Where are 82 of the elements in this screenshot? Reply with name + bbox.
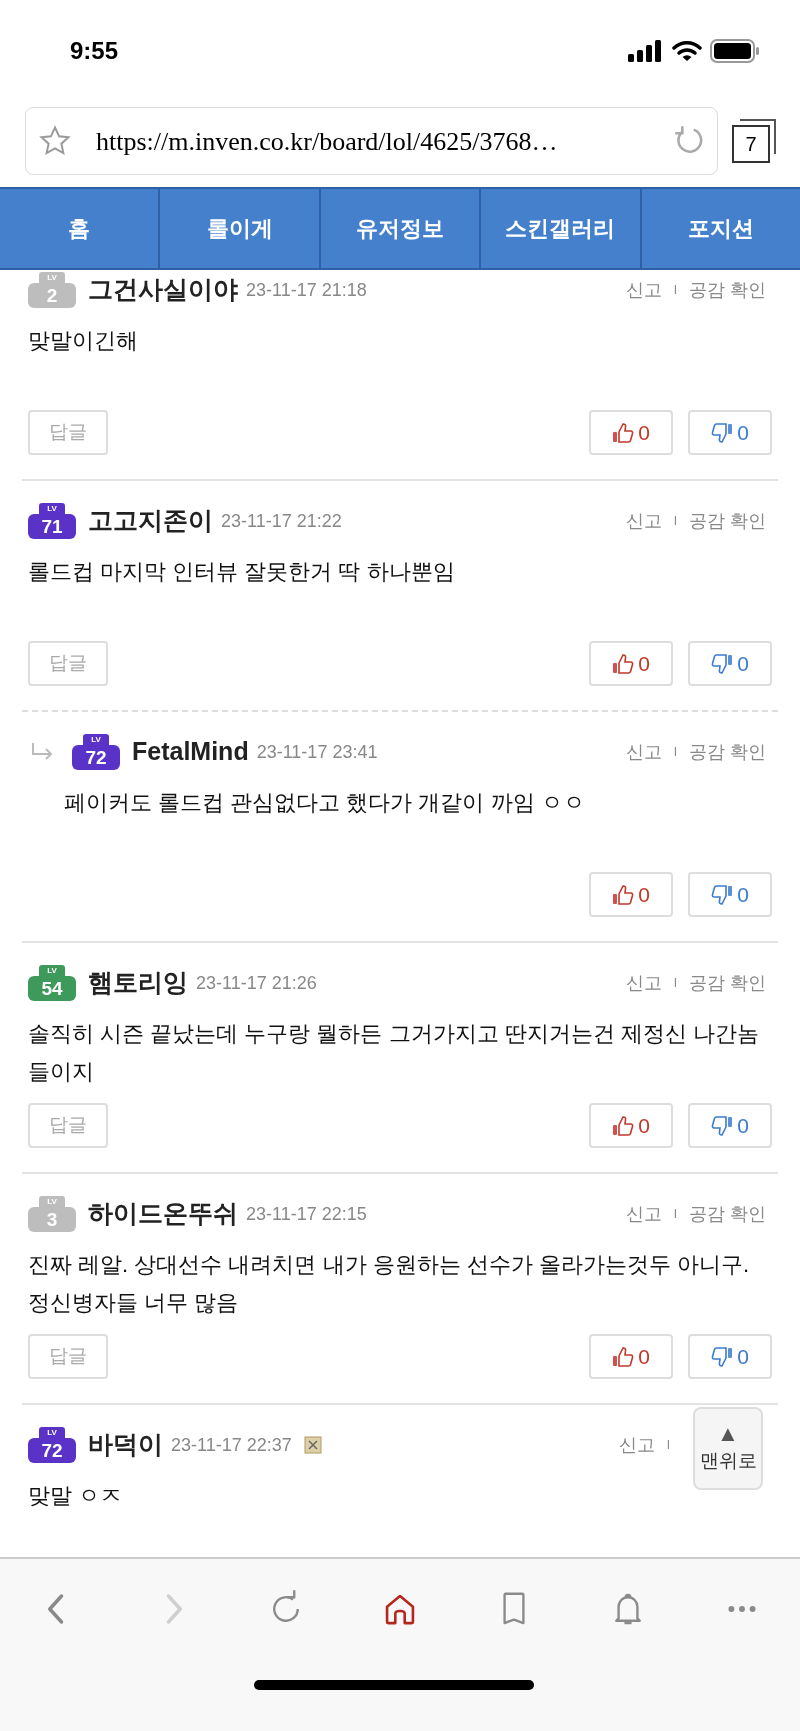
thumbs-up-icon [612,421,635,444]
scroll-to-top-button[interactable]: ▲ 맨위로 [693,1407,763,1490]
dislike-button[interactable]: 0 [688,1334,772,1379]
like-button[interactable]: 0 [589,1334,673,1379]
dislike-button[interactable]: 0 [688,641,772,686]
like-button[interactable]: 0 [589,410,673,455]
separator: I [666,1437,670,1454]
comment-date: 23-11-17 22:37 [171,1433,292,1457]
star-icon[interactable] [38,124,72,158]
comment-date: 23-11-17 23:41 [256,740,378,764]
comment-text: 맞말이긴해 [28,327,139,355]
thumbs-up-icon [612,652,635,675]
report-link[interactable]: 신고 [618,1431,655,1459]
reply-button[interactable]: 답글 [28,410,108,455]
report-link[interactable]: 신고 [625,276,662,304]
separator: I [673,975,677,992]
level-badge: 54 [28,976,76,1001]
reply-button[interactable]: 답글 [28,1334,108,1379]
separator: I [673,1206,677,1223]
nav-tab[interactable]: 포지션 [639,189,800,268]
comment-text: 페이커도 롤드컵 관심없다고 했다가 개같이 까임 ㅇㅇ [63,789,586,817]
dislike-button[interactable]: 0 [688,872,772,917]
thumbs-up-icon [612,883,635,906]
up-arrow-glyph: ▲ [717,1421,739,1448]
comment-text: 진짜 레알. 상대선수 내려치면 내가 응원하는 선수가 올라가는것두 아니구. 정신병자들 너무 많음 [28,1251,751,1317]
signal-icon [628,39,664,62]
comment-date: 23-11-17 21:18 [246,278,367,302]
separator: I [673,744,677,761]
comment-date: 23-11-17 21:26 [196,971,317,995]
report-link[interactable]: 신고 [625,738,662,766]
scroll-top-label: 맨위로 [699,1449,757,1474]
comment-date: 23-11-17 21:22 [221,509,342,533]
thumbs-up-icon [612,1114,635,1137]
battery-icon [710,38,760,63]
tab-count[interactable]: 7 [732,125,770,163]
author-name: FetalMind [132,736,249,768]
like-button[interactable]: 0 [589,872,673,917]
report-link[interactable]: 신고 [625,1200,662,1228]
url-text: https://m.inven.co.kr/board/lol/4625/3768… [95,125,559,158]
like-button[interactable]: 0 [589,641,673,686]
author-name: 고고지존이 [88,505,213,537]
comment-date: 23-11-17 22:15 [246,1202,367,1226]
address-bar[interactable]: https://m.inven.co.kr/board/lol/4625/3768… [25,107,718,175]
level-badge: 72 [72,745,120,770]
likes-check-link[interactable]: 공감 확인 [689,507,772,535]
thumbs-down-icon [711,1345,734,1368]
wifi-icon [672,39,702,62]
likes-check-link[interactable]: 공감 확인 [689,738,772,766]
comment-text: 맞말 ㅇㅈ [28,1482,124,1510]
dislike-button[interactable]: 0 [688,1103,772,1148]
nav-tab[interactable]: 스킨갤러리 [479,189,640,268]
thumbs-down-icon [711,1114,734,1137]
author-name: 하이드온뚜쉬 [88,1198,238,1230]
reply-button[interactable]: 답글 [28,1103,108,1148]
likes-check-link[interactable]: 공감 확인 [689,969,772,997]
thumbs-down-icon [711,652,734,675]
author-name: 햄토리잉 [88,967,188,999]
author-name: 바덕이 [88,1429,163,1461]
reply-arrow-icon [30,742,54,762]
thumbs-up-icon [612,1345,635,1368]
reply-button[interactable]: 답글 [28,641,108,686]
likes-check-link[interactable]: 공감 확인 [689,1200,772,1228]
level-badge: 72 [28,1438,76,1463]
level-badge: 2 [28,283,76,308]
level-badge: 71 [28,514,76,539]
thumbs-down-icon [711,883,734,906]
separator: I [673,282,677,299]
author-name: 그건사실이야 [88,274,238,306]
nav-tab[interactable]: 유저정보 [318,189,480,268]
nav-tab[interactable]: 홈 [0,189,159,268]
comment-text: 롤드컵 마지막 인터뷰 잘못한거 딱 하나뿐임 [28,558,456,586]
comment-text: 솔직히 시즌 끝났는데 누구랑 뭘하든 그거가지고 딴지거는건 제정신 나간놈들이지 [28,1020,760,1086]
report-link[interactable]: 신고 [625,969,662,997]
status-time: 9:55 [70,35,119,66]
nav-tab[interactable]: 롤이게 [158,189,319,268]
like-button[interactable]: 0 [589,1103,673,1148]
level-badge: 3 [28,1207,76,1232]
dislike-button[interactable]: 0 [688,410,772,455]
separator: I [673,513,677,530]
likes-check-link[interactable]: 공감 확인 [689,276,772,304]
thumbs-down-icon [711,421,734,444]
report-link[interactable]: 신고 [625,507,662,535]
